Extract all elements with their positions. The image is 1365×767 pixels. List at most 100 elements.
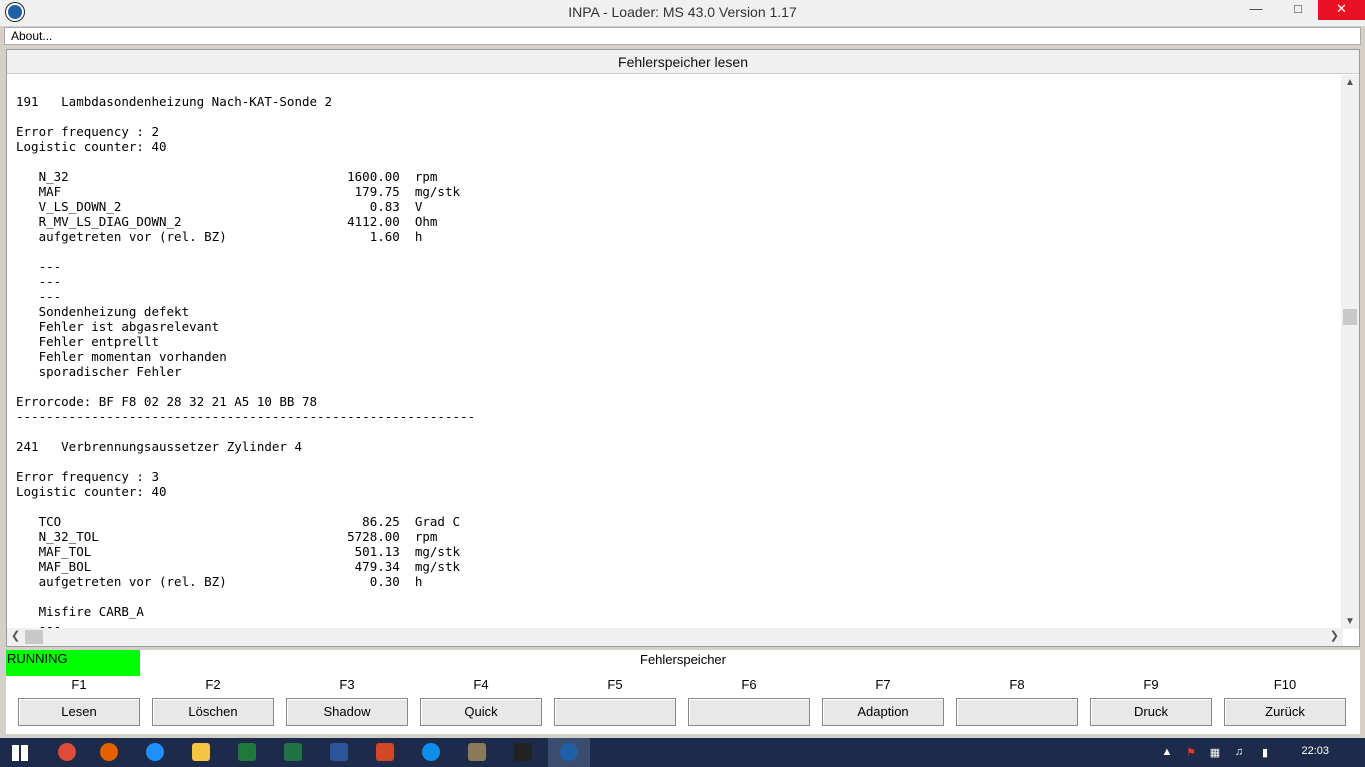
fkey-f6: F6 bbox=[688, 676, 810, 732]
output-line: 241 Verbrennungsaussetzer Zylinder 4 bbox=[16, 439, 302, 454]
output-line: MAF_TOL 501.13 mg/stk bbox=[16, 544, 461, 559]
excel-icon[interactable] bbox=[284, 743, 302, 761]
tray-expand-icon[interactable]: ▲ bbox=[1160, 746, 1174, 759]
network-icon[interactable]: ▦ bbox=[1208, 746, 1222, 759]
minimize-button[interactable]: — bbox=[1241, 0, 1271, 20]
status-row: RUNNING Fehlerspeicher bbox=[6, 650, 1360, 676]
output-line: Fehler momentan vorhanden bbox=[16, 349, 227, 364]
horizontal-scroll-thumb[interactable] bbox=[25, 630, 43, 644]
output-line: ----------------------------------------… bbox=[16, 409, 476, 424]
fkey-label: F10 bbox=[1273, 677, 1297, 692]
output-line: N_32 1600.00 rpm bbox=[16, 169, 438, 184]
scroll-down-icon[interactable]: ▼ bbox=[1341, 616, 1359, 627]
output-line: sporadischer Fehler bbox=[16, 364, 182, 379]
fkey-label: F5 bbox=[607, 677, 623, 692]
output-line: N_32_TOL 5728.00 rpm bbox=[16, 529, 438, 544]
action-center-flag-icon[interactable]: ⚑ bbox=[1184, 746, 1198, 759]
scroll-right-icon[interactable]: ❯ bbox=[1330, 629, 1339, 642]
fkey-button-f4[interactable]: Quick bbox=[420, 698, 542, 726]
battery-icon[interactable]: ▮ bbox=[1258, 746, 1272, 759]
vertical-scrollbar[interactable]: ▲ ▼ bbox=[1341, 75, 1359, 629]
gimp-icon[interactable] bbox=[468, 743, 486, 761]
output-line: Error frequency : 3 bbox=[16, 469, 159, 484]
output-line: --- bbox=[16, 259, 62, 274]
powerpoint-icon[interactable] bbox=[376, 743, 394, 761]
output-line: Fehler ist abgasrelevant bbox=[16, 319, 220, 334]
fkey-button-f1[interactable]: Lesen bbox=[18, 698, 140, 726]
output-line: 191 Lambdasondenheizung Nach-KAT-Sonde 2 bbox=[16, 94, 333, 109]
fkey-label: F1 bbox=[71, 677, 87, 692]
output-line: V_LS_DOWN_2 0.83 V bbox=[16, 199, 423, 214]
fkey-button-f6[interactable] bbox=[688, 698, 810, 726]
output-line: R_MV_LS_DIAG_DOWN_2 4112.00 Ohm bbox=[16, 214, 438, 229]
status-label: Fehlerspeicher bbox=[640, 652, 726, 667]
output-line: MAF_BOL 479.34 mg/stk bbox=[16, 559, 461, 574]
volume-icon[interactable]: ♫ bbox=[1232, 746, 1246, 759]
output-line: Fehler entprellt bbox=[16, 334, 159, 349]
fkey-f4: F4 Quick bbox=[420, 676, 542, 732]
bmw-inpa-icon[interactable] bbox=[560, 743, 578, 761]
fkey-button-f8[interactable] bbox=[956, 698, 1078, 726]
fault-memory-panel: Fehlerspeicher lesen 191 Lambdasondenhei… bbox=[6, 49, 1360, 647]
output-line: Sondenheizung defekt bbox=[16, 304, 190, 319]
output-line: TCO 86.25 Grad C bbox=[16, 514, 461, 529]
fault-output-text: 191 Lambdasondenheizung Nach-KAT-Sonde 2… bbox=[16, 94, 1336, 629]
output-line: aufgetreten vor (rel. BZ) 1.60 h bbox=[16, 229, 423, 244]
explorer-icon[interactable] bbox=[192, 743, 210, 761]
output-line: aufgetreten vor (rel. BZ) 0.30 h bbox=[16, 574, 423, 589]
firefox-icon[interactable] bbox=[100, 743, 118, 761]
chrome-icon[interactable] bbox=[58, 743, 76, 761]
output-line: Misfire CARB_A bbox=[16, 604, 144, 619]
output-line: Logistic counter: 40 bbox=[16, 139, 167, 154]
scroll-up-icon[interactable]: ▲ bbox=[1341, 77, 1359, 88]
word-icon[interactable] bbox=[330, 743, 348, 761]
function-keys: F1 Lesen F2 Löschen F3 Shadow F4 Quick F5 F6 F7 Ada… bbox=[6, 676, 1360, 734]
windows-start-icon[interactable] bbox=[12, 745, 28, 761]
output-line: --- bbox=[16, 289, 62, 304]
fkey-f5: F5 bbox=[554, 676, 676, 732]
fkey-f1: F1 Lesen bbox=[18, 676, 140, 732]
fkey-f2: F2 Löschen bbox=[152, 676, 274, 732]
fkey-button-f5[interactable] bbox=[554, 698, 676, 726]
fkey-label: F4 bbox=[473, 677, 489, 692]
menu-about[interactable]: About... bbox=[11, 29, 52, 43]
maximize-button[interactable]: □ bbox=[1283, 0, 1313, 20]
vertical-scroll-thumb[interactable] bbox=[1343, 309, 1357, 325]
fkey-f7: F7 Adaption bbox=[822, 676, 944, 732]
clock[interactable]: 22:03 bbox=[1301, 745, 1329, 757]
fkey-button-f9[interactable]: Druck bbox=[1090, 698, 1212, 726]
fkey-label: F2 bbox=[205, 677, 221, 692]
scroll-left-icon[interactable]: ❮ bbox=[11, 629, 20, 642]
ie-icon[interactable] bbox=[146, 743, 164, 761]
close-button[interactable]: ✕ bbox=[1318, 0, 1365, 20]
horizontal-scrollbar[interactable]: ❮ ❯ bbox=[7, 628, 1343, 646]
fkey-f10: F10 Zurück bbox=[1224, 676, 1346, 732]
fkey-label: F9 bbox=[1143, 677, 1159, 692]
teamviewer-icon[interactable] bbox=[422, 743, 440, 761]
output-line: Logistic counter: 40 bbox=[16, 484, 167, 499]
window-title: INPA - Loader: MS 43.0 Version 1.17 bbox=[568, 4, 797, 20]
panel-title: Fehlerspeicher lesen bbox=[7, 50, 1359, 74]
fkey-button-f10[interactable]: Zurück bbox=[1224, 698, 1346, 726]
fkey-label: F6 bbox=[741, 677, 757, 692]
terminal-icon[interactable] bbox=[514, 743, 532, 761]
output-line: MAF 179.75 mg/stk bbox=[16, 184, 461, 199]
output-line: --- bbox=[16, 274, 62, 289]
fkey-f3: F3 Shadow bbox=[286, 676, 408, 732]
fkey-f8: F8 bbox=[956, 676, 1078, 732]
output-line: Error frequency : 2 bbox=[16, 124, 159, 139]
fkey-button-f2[interactable]: Löschen bbox=[152, 698, 274, 726]
fkey-button-f3[interactable]: Shadow bbox=[286, 698, 408, 726]
menu-bar: About... bbox=[4, 27, 1361, 45]
excel-green-icon[interactable] bbox=[238, 743, 256, 761]
fkey-button-f7[interactable]: Adaption bbox=[822, 698, 944, 726]
fkey-label: F8 bbox=[1009, 677, 1025, 692]
fkey-label: F7 bbox=[875, 677, 891, 692]
